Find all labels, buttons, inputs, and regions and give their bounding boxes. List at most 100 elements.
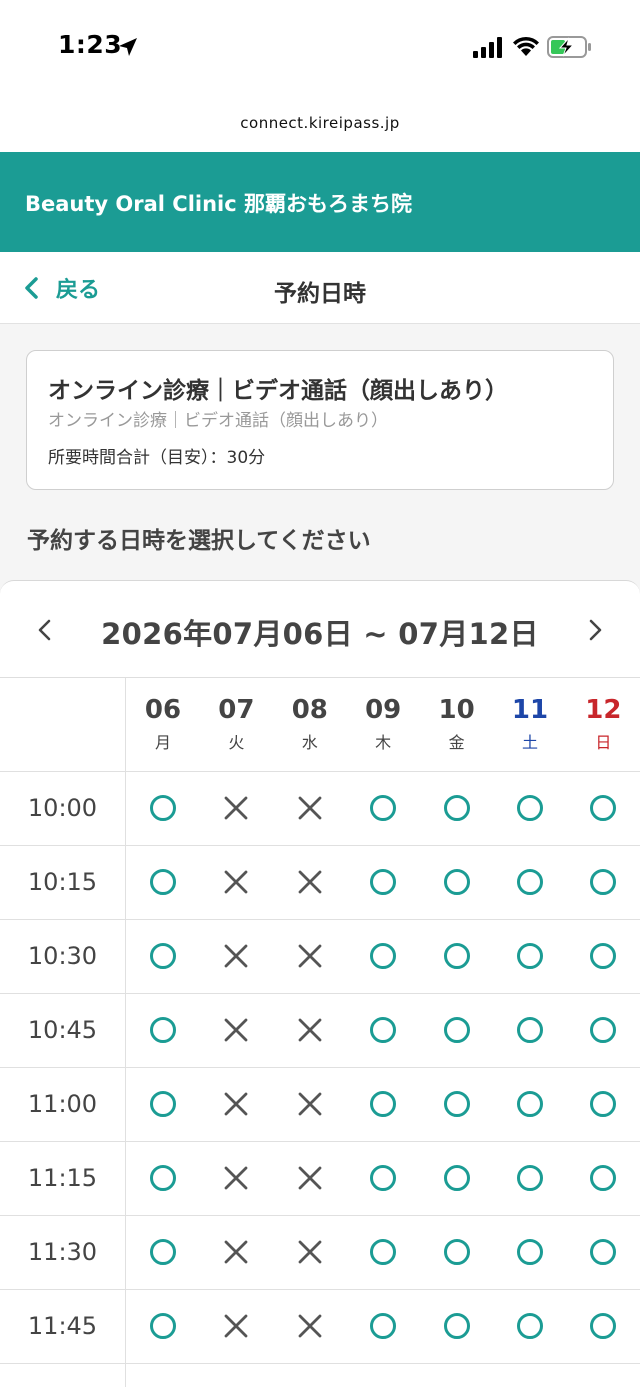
unavailable-slot	[295, 867, 325, 897]
available-slot[interactable]	[515, 1237, 545, 1267]
available-slot[interactable]	[368, 867, 398, 897]
day-number: 06	[144, 695, 182, 725]
available-slot[interactable]	[515, 941, 545, 971]
unavailable-slot	[221, 1237, 251, 1267]
time-slot-row: 10:30	[0, 920, 640, 994]
available-slot[interactable]	[442, 1311, 472, 1341]
app-header: Beauty Oral Clinic 那覇おもろまち院	[0, 152, 640, 252]
selected-menu-card: オンライン診療｜ビデオ通話（顔出しあり） オンライン診療｜ビデオ通話（顔出しあり…	[26, 350, 614, 490]
available-slot[interactable]	[148, 793, 178, 823]
available-slot[interactable]	[515, 1311, 545, 1341]
cross-unavailable-icon	[224, 1240, 248, 1264]
slot-time-label: 11:30	[27, 1238, 98, 1266]
available-slot[interactable]	[368, 1015, 398, 1045]
available-slot[interactable]	[368, 1237, 398, 1267]
cross-unavailable-icon	[224, 1314, 248, 1338]
available-slot[interactable]	[588, 1163, 618, 1193]
available-slot[interactable]	[442, 1089, 472, 1119]
available-slot[interactable]	[588, 1311, 618, 1341]
available-slot[interactable]	[368, 1089, 398, 1119]
circle-available-icon	[443, 795, 470, 821]
availability-calendar: 2026年07月06日 ~ 07月12日 06 月 07 火 08 水 09 木 10 金 11 土 1…	[0, 580, 640, 1387]
circle-available-icon	[517, 1165, 543, 1191]
cross-unavailable-icon	[298, 1240, 322, 1264]
available-slot[interactable]	[442, 1237, 472, 1267]
menu-duration: 所要時間合計（目安）：30分	[48, 448, 266, 468]
circle-available-icon	[150, 1165, 176, 1191]
available-slot[interactable]	[588, 867, 618, 897]
available-slot[interactable]	[588, 941, 618, 971]
available-slot[interactable]	[148, 941, 178, 971]
available-slot[interactable]	[442, 793, 472, 823]
circle-available-icon	[443, 1017, 470, 1043]
status-time: 1:23	[58, 30, 123, 59]
circle-available-icon	[517, 1017, 543, 1043]
menu-title: オンライン診療｜ビデオ通話（顔出しあり）	[48, 378, 508, 404]
menu-subtitle: オンライン診療｜ビデオ通話（顔出しあり）	[48, 411, 388, 431]
time-slot-row: 10:45	[0, 994, 640, 1068]
day-weekday: 土	[521, 733, 538, 752]
available-slot[interactable]	[515, 1015, 545, 1045]
available-slot[interactable]	[442, 941, 472, 971]
available-slot[interactable]	[515, 1089, 545, 1119]
circle-available-icon	[517, 795, 543, 821]
day-weekday: 木	[375, 733, 392, 752]
time-slot-row: 11:45	[0, 1290, 640, 1364]
circle-available-icon	[370, 1017, 397, 1043]
available-slot[interactable]	[588, 1015, 618, 1045]
unavailable-slot	[295, 1311, 325, 1341]
available-slot[interactable]	[588, 793, 618, 823]
day-header-11: 11 土	[493, 678, 567, 772]
slot-time-label: 10:15	[27, 868, 98, 896]
unavailable-slot	[221, 941, 251, 971]
cross-unavailable-icon	[298, 796, 322, 820]
circle-available-icon	[590, 1091, 617, 1117]
circle-available-icon	[590, 1165, 617, 1191]
available-slot[interactable]	[515, 867, 545, 897]
available-slot[interactable]	[588, 1237, 618, 1267]
available-slot[interactable]	[442, 867, 472, 897]
circle-available-icon	[370, 943, 397, 969]
available-slot[interactable]	[148, 1015, 178, 1045]
available-slot[interactable]	[368, 1311, 398, 1341]
available-slot[interactable]	[368, 793, 398, 823]
week-navigation: 2026年07月06日 ~ 07月12日	[0, 581, 640, 678]
circle-available-icon	[370, 1313, 397, 1339]
circle-available-icon	[150, 1017, 176, 1043]
available-slot[interactable]	[148, 1163, 178, 1193]
unavailable-slot	[221, 867, 251, 897]
week-range: 2026年07月06日 ~ 07月12日	[101, 617, 539, 651]
available-slot[interactable]	[442, 1163, 472, 1193]
available-slot[interactable]	[148, 1089, 178, 1119]
available-slot[interactable]	[148, 867, 178, 897]
next-week-button[interactable]	[580, 615, 610, 645]
available-slot[interactable]	[515, 1163, 545, 1193]
unavailable-slot	[221, 793, 251, 823]
wifi-icon	[513, 36, 539, 56]
circle-available-icon	[443, 869, 470, 895]
circle-available-icon	[590, 795, 617, 821]
slot-time-label: 10:00	[27, 794, 98, 822]
nav-bar: 戻る 予約日時	[0, 252, 640, 324]
day-header-08: 08 水	[273, 678, 347, 772]
cross-unavailable-icon	[224, 944, 248, 968]
available-slot[interactable]	[588, 1089, 618, 1119]
available-slot[interactable]	[368, 1163, 398, 1193]
available-slot[interactable]	[442, 1015, 472, 1045]
time-slot-row: 11:00	[0, 1068, 640, 1142]
battery-charging-icon	[547, 36, 591, 58]
day-header-12: 12 日	[566, 678, 640, 772]
available-slot[interactable]	[368, 941, 398, 971]
available-slot[interactable]	[148, 1237, 178, 1267]
available-slot[interactable]	[515, 793, 545, 823]
browser-url-bar[interactable]: connect.kireipass.jp	[0, 96, 640, 152]
day-weekday: 日	[595, 733, 612, 752]
location-arrow-icon	[119, 38, 137, 56]
slot-time-label: 11:45	[27, 1312, 98, 1340]
unavailable-slot	[295, 1015, 325, 1045]
unavailable-slot	[221, 1015, 251, 1045]
slot-time-label: 11:00	[27, 1090, 98, 1118]
available-slot[interactable]	[148, 1311, 178, 1341]
circle-available-icon	[150, 1313, 176, 1339]
unavailable-slot	[295, 1163, 325, 1193]
